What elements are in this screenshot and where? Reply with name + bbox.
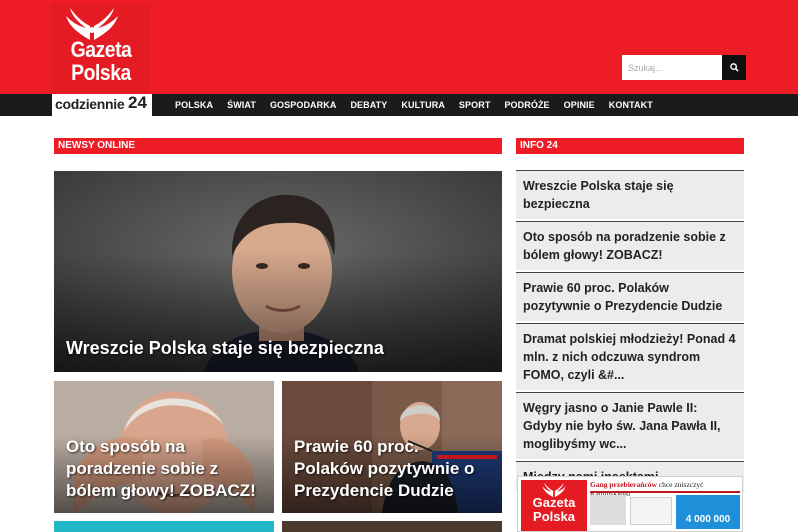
ad-headline-red: Gang przebierańców (590, 480, 657, 489)
info24-item[interactable]: Dramat polskiej młodzieży! Ponad 4 mln. … (516, 323, 744, 392)
ad-thumb-1 (590, 495, 626, 525)
info24-item[interactable]: Wreszcie Polska staje się bezpieczna (516, 170, 744, 221)
nav-item-gospodarka[interactable]: GOSPODARKA (270, 100, 345, 110)
featured-article-card[interactable]: Wreszcie Polska staje się bezpieczna (54, 171, 502, 372)
info24-item[interactable]: Węgry jasno o Janie Pawle II: Gdyby nie … (516, 392, 744, 461)
logo-subtitle-text: codziennie (55, 96, 125, 112)
article-card-president-title[interactable]: Prawie 60 proc. Polaków pozytywnie o Pre… (294, 436, 492, 502)
nav-item-kultura[interactable]: KULTURA (401, 100, 453, 110)
site-logo[interactable]: Gazeta Polska (52, 4, 150, 94)
nav-item-kontakt[interactable]: KONTAKT (609, 100, 661, 110)
section-header-newsy-online: NEWSY ONLINE (54, 138, 502, 154)
nav-item-opinie[interactable]: OPINIE (564, 100, 603, 110)
info24-item[interactable]: Prawie 60 proc. Polaków pozytywnie o Pre… (516, 272, 744, 323)
article-card-headache[interactable]: Oto sposób na poradzenie sobie z bólem g… (54, 381, 274, 513)
nav-item-polska[interactable]: POLSKA (175, 100, 221, 110)
ad-logo: Gazeta Polska (521, 480, 587, 531)
logo-text-polska: Polska (71, 60, 131, 85)
search-button[interactable] (722, 55, 746, 80)
search-input[interactable] (622, 55, 722, 80)
article-card-partial-left[interactable] (54, 521, 274, 532)
nav-item-swiat[interactable]: ŚWIAT (227, 100, 264, 110)
nav-item-debaty[interactable]: DEBATY (350, 100, 395, 110)
logo-subtitle-number: 24 (128, 93, 147, 112)
article-card-partial-right[interactable] (282, 521, 502, 532)
ad-thumb-2 (630, 497, 672, 525)
ad-divider (590, 491, 740, 493)
ad-lottery-number: 4 000 000 (685, 514, 731, 525)
logo-subtitle: codziennie 24 (52, 93, 152, 116)
info24-list: Wreszcie Polska staje się bezpieczna Oto… (516, 170, 744, 494)
nav-item-sport[interactable]: SPORT (459, 100, 499, 110)
featured-article-title[interactable]: Wreszcie Polska staje się bezpieczna (66, 337, 492, 359)
section-header-info24: INFO 24 (516, 138, 744, 154)
advertisement-banner[interactable]: Gazeta Polska Gang przebierańców chce zn… (517, 476, 743, 532)
nav-item-podroze[interactable]: PODRÓŻE (504, 100, 557, 110)
search-icon (729, 63, 739, 72)
search-box (622, 55, 746, 80)
info24-item[interactable]: Oto sposób na poradzenie sobie z bólem g… (516, 221, 744, 272)
ad-logo-text-gazeta: Gazeta (532, 495, 576, 510)
main-nav: POLSKA ŚWIAT GOSPODARKA DEBATY KULTURA S… (175, 94, 667, 116)
ad-lottery-box: 4 000 000 (676, 495, 740, 529)
logo-text-gazeta: Gazeta (70, 37, 132, 62)
article-card-president[interactable]: Prawie 60 proc. Polaków pozytywnie o Pre… (282, 381, 502, 513)
ad-logo-text-polska: Polska (533, 509, 575, 524)
article-card-headache-title[interactable]: Oto sposób na poradzenie sobie z bólem g… (66, 436, 264, 502)
